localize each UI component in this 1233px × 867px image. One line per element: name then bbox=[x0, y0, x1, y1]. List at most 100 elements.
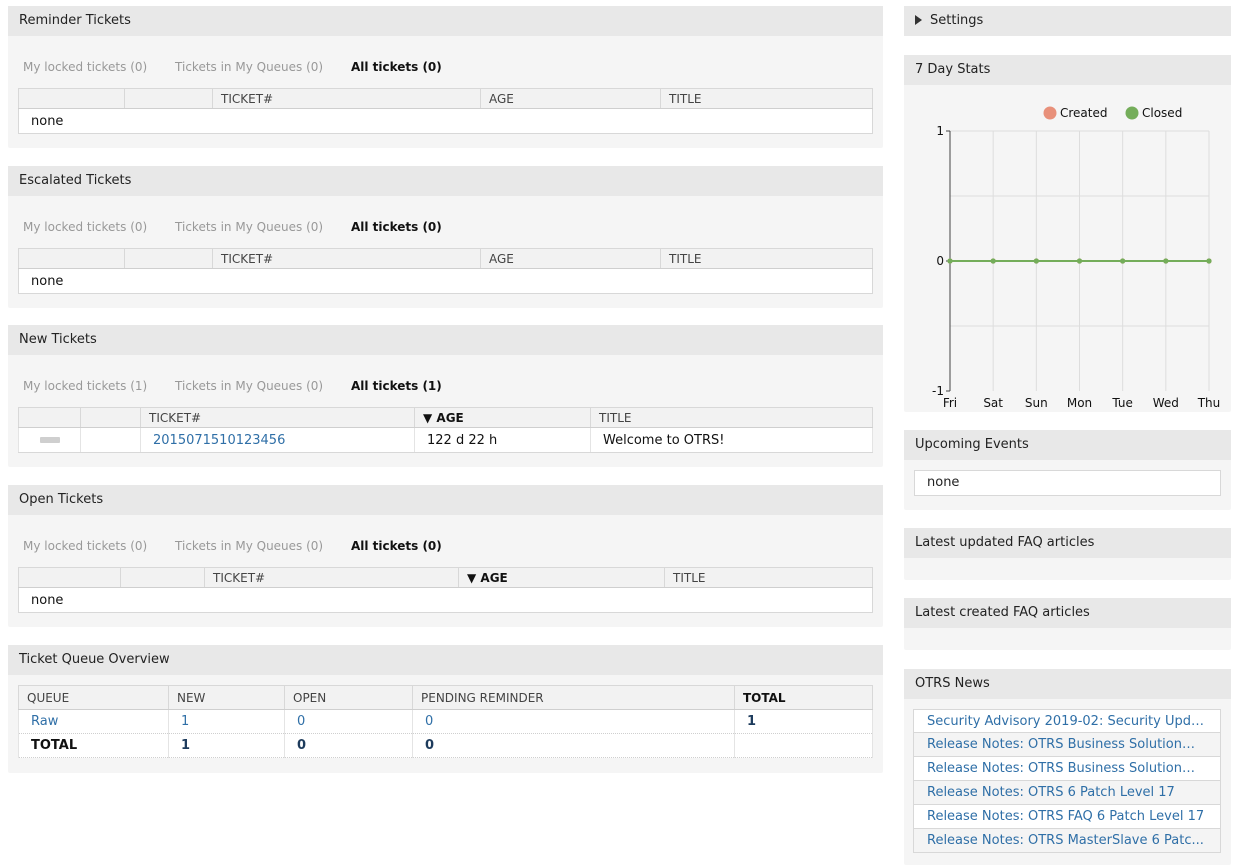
reminder-tickets-widget: Reminder Tickets My locked tickets (0) T… bbox=[8, 6, 883, 148]
ticket-age: 122 d 22 h bbox=[414, 427, 591, 453]
column-flag[interactable] bbox=[80, 407, 141, 428]
settings-label: Settings bbox=[930, 13, 984, 28]
news-item-link[interactable]: Security Advisory 2019-02: Security Upda… bbox=[913, 709, 1221, 733]
widget-title: Upcoming Events bbox=[904, 430, 1231, 460]
column-title[interactable]: TITLE bbox=[664, 567, 873, 588]
column-ticket-number[interactable]: TICKET# bbox=[204, 567, 459, 588]
widget-title: OTRS News bbox=[904, 669, 1231, 699]
empty-row: none bbox=[18, 268, 873, 294]
filter-my-queues[interactable]: Tickets in My Queues (0) bbox=[175, 379, 323, 393]
ticket-filters: My locked tickets (0) Tickets in My Queu… bbox=[23, 539, 466, 553]
column-priority[interactable] bbox=[18, 567, 121, 588]
stats-chart: 10-1Fri Sat Sun Mon Tue Wed ThuCreated Closed bbox=[932, 106, 1221, 410]
total-label: TOTAL bbox=[18, 733, 169, 758]
column-total[interactable]: TOTAL bbox=[734, 685, 873, 710]
news-item-link[interactable]: Release Notes: OTRS Business Solution™ .… bbox=[913, 733, 1221, 757]
faq-created-widget: Latest created FAQ articles bbox=[904, 598, 1231, 650]
news-item-link[interactable]: Release Notes: OTRS FAQ 6 Patch Level 17 bbox=[913, 805, 1221, 829]
column-flag[interactable] bbox=[124, 248, 213, 269]
y-tick-label: 1 bbox=[936, 124, 944, 138]
column-title[interactable]: TITLE bbox=[590, 407, 873, 428]
column-ticket-number[interactable]: TICKET# bbox=[140, 407, 415, 428]
ticket-filters: My locked tickets (0) Tickets in My Queu… bbox=[23, 220, 466, 234]
column-age[interactable]: ▼ AGE bbox=[458, 567, 665, 588]
filter-all-tickets[interactable]: All tickets (0) bbox=[351, 60, 442, 74]
x-tick-label: Tue bbox=[1111, 396, 1133, 410]
column-flag[interactable] bbox=[124, 88, 213, 109]
column-priority[interactable] bbox=[18, 248, 125, 269]
settings-toggle[interactable]: Settings bbox=[904, 6, 1231, 36]
news-item-link[interactable]: Release Notes: OTRS MasterSlave 6 Patc..… bbox=[913, 829, 1221, 853]
ticket-filters: My locked tickets (1) Tickets in My Queu… bbox=[23, 379, 466, 393]
x-tick-label: Thu bbox=[1197, 396, 1221, 410]
expand-triangle-icon bbox=[915, 15, 922, 25]
table-row[interactable]: 2015071510123456 122 d 22 h Welcome to O… bbox=[18, 427, 873, 453]
dashboard: Reminder Tickets My locked tickets (0) T… bbox=[0, 0, 1233, 867]
filter-my-queues[interactable]: Tickets in My Queues (0) bbox=[175, 60, 323, 74]
column-title[interactable]: TITLE bbox=[660, 88, 873, 109]
widget-title: Latest created FAQ articles bbox=[904, 598, 1231, 628]
data-point-closed bbox=[1163, 258, 1169, 264]
column-age[interactable]: AGE bbox=[480, 88, 661, 109]
ticket-table: TICKET# ▼ AGE TITLE none bbox=[18, 567, 873, 613]
data-point-closed bbox=[1206, 258, 1212, 264]
queue-open-link[interactable]: 0 bbox=[284, 709, 413, 734]
widget-title: Ticket Queue Overview bbox=[8, 645, 883, 675]
x-tick-label: Sun bbox=[1025, 396, 1048, 410]
escalated-tickets-widget: Escalated Tickets My locked tickets (0) … bbox=[8, 166, 883, 308]
column-priority[interactable] bbox=[18, 88, 125, 109]
queue-new-link[interactable]: 1 bbox=[168, 709, 285, 734]
column-priority[interactable] bbox=[18, 407, 81, 428]
widget-title: Escalated Tickets bbox=[8, 166, 883, 196]
filter-all-tickets[interactable]: All tickets (0) bbox=[351, 220, 442, 234]
total-new: 1 bbox=[168, 733, 285, 758]
widget-title: 7 Day Stats bbox=[904, 55, 1231, 85]
legend-label-created: Created bbox=[1060, 106, 1108, 120]
filter-my-locked[interactable]: My locked tickets (0) bbox=[23, 539, 147, 553]
ticket-number-link[interactable]: 2015071510123456 bbox=[140, 427, 415, 453]
column-ticket-number[interactable]: TICKET# bbox=[212, 88, 481, 109]
column-flag[interactable] bbox=[120, 567, 205, 588]
priority-indicator bbox=[39, 437, 60, 443]
data-point-closed bbox=[1033, 258, 1039, 264]
queue-name-link[interactable]: Raw bbox=[18, 709, 169, 734]
x-tick-label: Mon bbox=[1067, 396, 1092, 410]
table-row: Raw 1 0 0 1 bbox=[18, 709, 873, 734]
legend-marker-closed bbox=[1125, 106, 1139, 120]
column-title[interactable]: TITLE bbox=[660, 248, 873, 269]
data-point-closed bbox=[947, 258, 953, 264]
filter-all-tickets[interactable]: All tickets (0) bbox=[351, 539, 442, 553]
y-tick-label: 0 bbox=[936, 254, 944, 268]
x-tick-label: Sat bbox=[983, 396, 1003, 410]
filter-my-queues[interactable]: Tickets in My Queues (0) bbox=[175, 539, 323, 553]
column-new[interactable]: NEW bbox=[168, 685, 285, 710]
legend-label-closed: Closed bbox=[1142, 106, 1182, 120]
queue-pending-link[interactable]: 0 bbox=[412, 709, 735, 734]
data-point-closed bbox=[1076, 258, 1083, 264]
ticket-table: TICKET# AGE TITLE none bbox=[18, 88, 873, 134]
news-item-link[interactable]: Release Notes: OTRS 6 Patch Level 17 bbox=[913, 781, 1221, 805]
filter-my-queues[interactable]: Tickets in My Queues (0) bbox=[175, 220, 323, 234]
total-pending: 0 bbox=[412, 733, 735, 758]
widget-title: Open Tickets bbox=[8, 485, 883, 515]
filter-my-locked[interactable]: My locked tickets (1) bbox=[23, 379, 147, 393]
widget-title: Reminder Tickets bbox=[8, 6, 883, 36]
flag-cell bbox=[80, 427, 141, 453]
queue-total: 1 bbox=[734, 709, 873, 734]
column-age[interactable]: ▼ AGE bbox=[414, 407, 591, 428]
stats-widget: 7 Day Stats 1 0 -1 Fri Sat Sun Mon Tue Wed Thu Cre… bbox=[904, 55, 1231, 412]
news-item-link[interactable]: Release Notes: OTRS Business Solution™ .… bbox=[913, 757, 1221, 781]
ticket-title[interactable]: Welcome to OTRS! bbox=[590, 427, 873, 453]
data-point-closed bbox=[990, 258, 996, 264]
filter-my-locked[interactable]: My locked tickets (0) bbox=[23, 60, 147, 74]
column-pending-reminder[interactable]: PENDING REMINDER bbox=[412, 685, 735, 710]
filter-all-tickets[interactable]: All tickets (1) bbox=[351, 379, 442, 393]
filter-my-locked[interactable]: My locked tickets (0) bbox=[23, 220, 147, 234]
column-queue[interactable]: QUEUE bbox=[18, 685, 169, 710]
column-age[interactable]: AGE bbox=[480, 248, 661, 269]
news-list: Security Advisory 2019-02: Security Upda… bbox=[913, 709, 1221, 853]
otrs-news-widget: OTRS News Security Advisory 2019-02: Sec… bbox=[904, 669, 1231, 865]
column-open[interactable]: OPEN bbox=[284, 685, 413, 710]
widget-title: Latest updated FAQ articles bbox=[904, 528, 1231, 558]
column-ticket-number[interactable]: TICKET# bbox=[212, 248, 481, 269]
